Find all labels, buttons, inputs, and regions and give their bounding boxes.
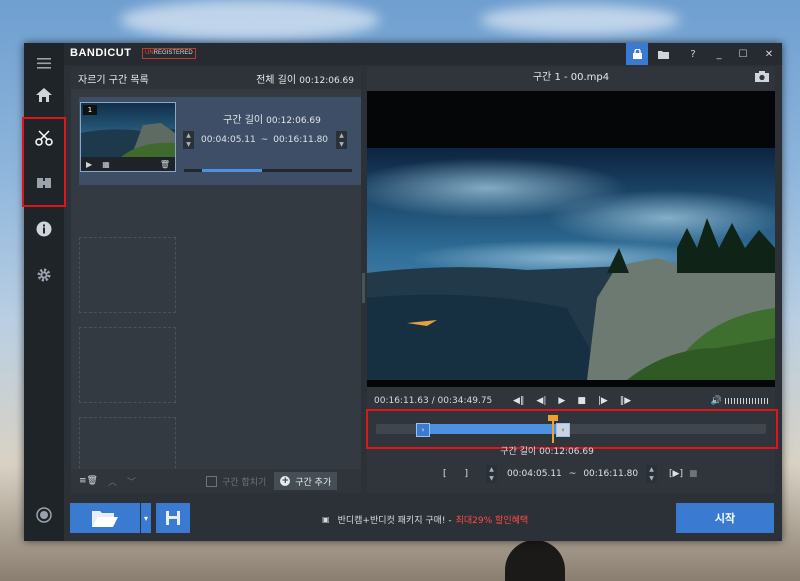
folder-button[interactable] <box>652 43 674 65</box>
segment-time-range: ▲ ▼ 00:04:05.11 ~ 00:16:11.80 ▲ ▼ <box>183 131 358 149</box>
bottom-bar: ▾ ▣ 반디캠+반디컷 패키지 구매! - 최대29% 할인혜택 시작 <box>64 499 782 541</box>
maximize-button[interactable]: ☐ <box>732 43 754 65</box>
cut-range-separator: ~ <box>568 469 577 479</box>
promo-banner[interactable]: ▣ 반디캠+반디컷 패키지 구매! - 최대29% 할인혜택 <box>322 513 528 526</box>
segment-list-panel: 자르기 구간 목록 전체 길이 00:12:06.69 1 ▶ ▦ 🗑 구간 길… <box>71 67 361 493</box>
range-separator: ~ <box>260 135 269 145</box>
merge-segments-checkbox[interactable]: 구간 합치기 <box>206 475 266 488</box>
video-title: 구간 1 - 00.mp4 <box>532 72 610 83</box>
play-segment-button[interactable]: [▶] <box>669 469 683 479</box>
camera-icon[interactable] <box>755 71 769 82</box>
folder-icon <box>657 50 669 59</box>
prev-keyframe-icon[interactable]: ◀‖ <box>513 396 524 406</box>
segment-range-bar <box>184 169 352 172</box>
cut-end-time[interactable]: 00:16:11.80 <box>583 469 638 479</box>
delete-all-icon[interactable]: ≡🗑 <box>79 476 98 486</box>
segment-length: 구간 길이 00:12:06.69 <box>223 115 321 126</box>
sidebar-highlight <box>22 117 66 207</box>
add-segment-button[interactable]: + 구간 추가 <box>274 472 338 490</box>
start-time-spinner[interactable]: ▲ ▼ <box>183 131 194 149</box>
open-menu-dropdown[interactable]: ▾ <box>141 503 151 533</box>
video-area[interactable] <box>367 91 775 387</box>
timeline-selection[interactable] <box>420 424 566 434</box>
speaker-icon[interactable]: 🔊 <box>711 396 722 406</box>
playhead[interactable] <box>548 415 558 443</box>
video-frame <box>367 148 775 380</box>
grid-icon[interactable]: ▦ <box>102 160 110 169</box>
move-up-icon[interactable]: ︿ <box>108 475 117 488</box>
segment-thumbnail[interactable]: 1 ▶ ▦ 🗑 <box>80 102 176 172</box>
playback-controls: 00:16:11.63 / 00:34:49.75 ◀‖ ◀| ▶ ■ |▶ ‖… <box>367 393 775 409</box>
cut-range-controls: [ ] ▲ ▼ 00:04:05.11 ~ 00:16:11.80 ▲ ▼ [▶] … <box>343 464 751 484</box>
play-icon[interactable]: ▶ <box>86 160 92 169</box>
set-end-button[interactable]: ] <box>465 469 469 479</box>
folder-open-icon <box>92 511 118 527</box>
segment-list-header: 자르기 구간 목록 전체 길이 00:12:06.69 <box>71 67 361 89</box>
lock-icon <box>632 49 642 59</box>
volume-control[interactable]: 🔊 <box>711 396 769 406</box>
start-handle[interactable]: › <box>416 423 430 437</box>
open-file-button[interactable] <box>70 503 140 533</box>
trash-icon[interactable]: 🗑 <box>160 160 170 169</box>
lock-button[interactable] <box>626 43 648 65</box>
cut-length: 구간 길이 00:12:06.69 <box>500 447 594 457</box>
minimize-button[interactable]: _ <box>708 43 730 65</box>
end-time-spinner[interactable]: ▲ ▼ <box>336 131 348 149</box>
help-button[interactable]: ? <box>682 43 704 65</box>
video-image <box>367 148 775 380</box>
panel-splitter[interactable] <box>362 273 365 303</box>
empty-segment-slot <box>79 327 176 403</box>
segment-list-title: 자르기 구간 목록 <box>78 74 149 86</box>
thumbnail-controls: ▶ ▦ 🗑 <box>81 157 175 171</box>
transport-buttons: ◀‖ ◀| ▶ ■ |▶ ‖▶ <box>513 393 631 409</box>
app-logo: BANDICUT <box>70 47 132 59</box>
start-button[interactable]: 시작 <box>676 503 774 533</box>
prev-frame-icon[interactable]: ◀| <box>536 396 546 406</box>
cut-start-time[interactable]: 00:04:05.11 <box>507 469 562 479</box>
play-icon[interactable]: ▶ <box>558 396 565 406</box>
cut-end-spinner[interactable]: ▲ ▼ <box>646 465 658 483</box>
move-down-icon[interactable]: ﹀ <box>127 475 136 488</box>
stop-segment-icon[interactable]: ■ <box>689 469 698 479</box>
volume-bar[interactable] <box>725 398 769 404</box>
empty-segment-slot <box>79 237 176 313</box>
plus-icon: + <box>280 476 291 486</box>
next-keyframe-icon[interactable]: ‖▶ <box>620 396 631 406</box>
segment-item[interactable]: 1 ▶ ▦ 🗑 구간 길이 00:12:06.69 ▲ ▼ 00:04:05.11 … <box>79 97 361 185</box>
desktop-figure <box>505 540 565 581</box>
record-icon[interactable] <box>24 495 64 535</box>
save-icon <box>166 511 180 525</box>
total-length: 전체 길이 00:12:06.69 <box>256 74 354 86</box>
close-button[interactable]: ✕ <box>758 43 780 65</box>
desktop-cloud <box>120 0 380 40</box>
chat-icon: ▣ <box>322 515 330 524</box>
info-icon[interactable] <box>24 209 64 249</box>
end-handle[interactable]: ‹ <box>556 423 570 437</box>
stop-icon[interactable]: ■ <box>577 396 586 406</box>
gear-icon[interactable] <box>24 255 64 295</box>
home-icon[interactable] <box>24 75 64 115</box>
unregistered-badge[interactable]: UNREGISTERED <box>142 48 196 59</box>
time-readout: 00:16:11.63 / 00:34:49.75 <box>374 396 493 406</box>
next-frame-icon[interactable]: |▶ <box>598 396 608 406</box>
titlebar: BANDICUT UNREGISTERED ? _ ☐ ✕ <box>64 43 782 65</box>
segment-number: 1 <box>83 105 97 115</box>
segment-start-time[interactable]: 00:04:05.11 <box>201 135 256 145</box>
save-button[interactable] <box>156 503 190 533</box>
timeline-track[interactable]: › ‹ <box>376 415 766 443</box>
cut-start-spinner[interactable]: ▲ ▼ <box>486 465 498 483</box>
desktop-cloud <box>480 5 680 35</box>
segment-list-footer: ≡🗑 ︿ ﹀ 구간 합치기 + 구간 추가 <box>71 469 361 493</box>
segment-end-time[interactable]: 00:16:11.80 <box>273 135 328 145</box>
set-start-button[interactable]: [ <box>443 469 447 479</box>
